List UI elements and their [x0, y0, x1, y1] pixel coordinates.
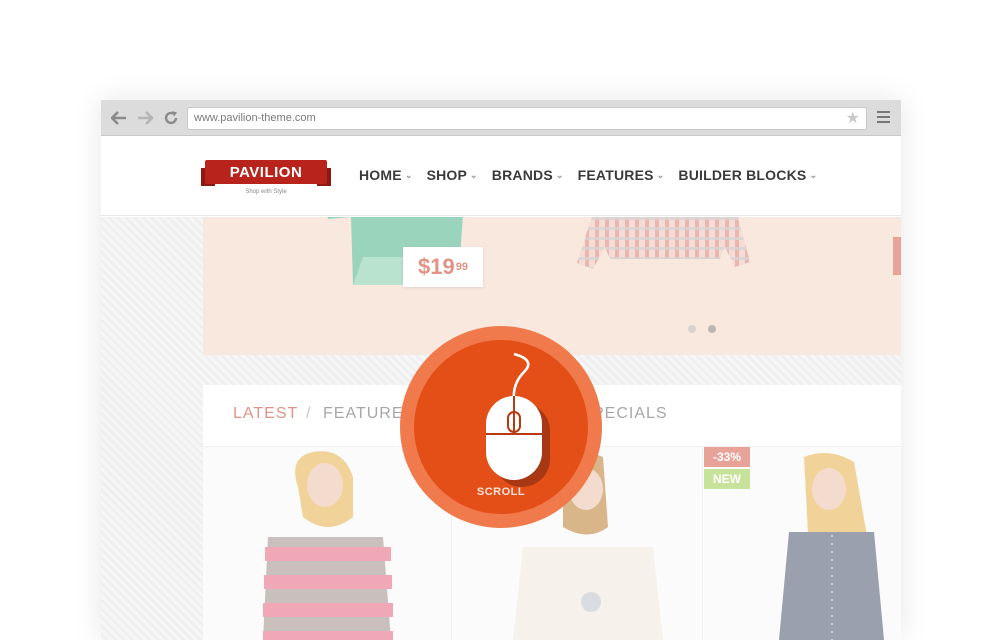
nav-item-features[interactable]: FEATURES ⌄: [578, 167, 665, 183]
product-card[interactable]: -33% NEW: [704, 447, 901, 640]
slider-dots: [688, 325, 728, 333]
main-nav: HOME ⌄ SHOP ⌄ BRANDS ⌄ FEATURES ⌄ BUILDER BL…: [359, 167, 831, 183]
discount-badge: -33%: [704, 447, 750, 467]
chevron-down-icon: ⌄: [809, 169, 818, 180]
tab-specials[interactable]: PECIALS: [593, 405, 668, 423]
nav-item-brands[interactable]: BRANDS ⌄: [492, 167, 564, 183]
tab-separator: /: [306, 405, 312, 422]
price-tag: $19 99: [403, 247, 483, 287]
chevron-down-icon: ⌄: [555, 169, 564, 180]
chevron-down-icon: ⌄: [656, 169, 665, 180]
scroll-indicator: SCROLL: [400, 326, 602, 528]
logo[interactable]: PAVILION Shop with Style: [201, 154, 331, 200]
back-arrow-icon[interactable]: [109, 108, 129, 128]
tab-featured[interactable]: FEATURE: [323, 405, 403, 423]
hamburger-menu-icon[interactable]: [877, 111, 890, 123]
new-badge: NEW: [704, 469, 750, 489]
site-header: PAVILION Shop with Style HOME ⌄ SHOP ⌄ BRA…: [101, 136, 901, 216]
scroll-label: SCROLL: [476, 486, 526, 498]
nav-item-home[interactable]: HOME ⌄: [359, 167, 413, 183]
logo-text: PAVILION: [205, 160, 327, 184]
forward-arrow-icon[interactable]: [135, 108, 155, 128]
slider-dot-active[interactable]: [708, 325, 716, 333]
browser-toolbar: www.pavilion-theme.com ★: [101, 100, 901, 136]
nav-item-shop[interactable]: SHOP ⌄: [427, 167, 478, 183]
hero-slider: $19 99: [203, 217, 901, 355]
reload-icon[interactable]: [161, 108, 181, 128]
slider-next-arrow[interactable]: [893, 237, 901, 275]
nav-item-builder-blocks[interactable]: BUILDER BLOCKS ⌄: [678, 167, 817, 183]
chevron-down-icon: ⌄: [470, 169, 478, 180]
slider-dot[interactable]: [688, 325, 696, 333]
chevron-down-icon: ⌄: [404, 169, 413, 180]
tab-latest[interactable]: LATEST: [233, 405, 298, 423]
url-text: www.pavilion-theme.com: [194, 112, 316, 124]
plaid-shirt-image[interactable]: [575, 217, 755, 279]
address-bar[interactable]: www.pavilion-theme.com ★: [187, 107, 867, 130]
star-icon[interactable]: ★: [846, 109, 860, 129]
logo-tagline: Shop with Style: [245, 189, 287, 195]
